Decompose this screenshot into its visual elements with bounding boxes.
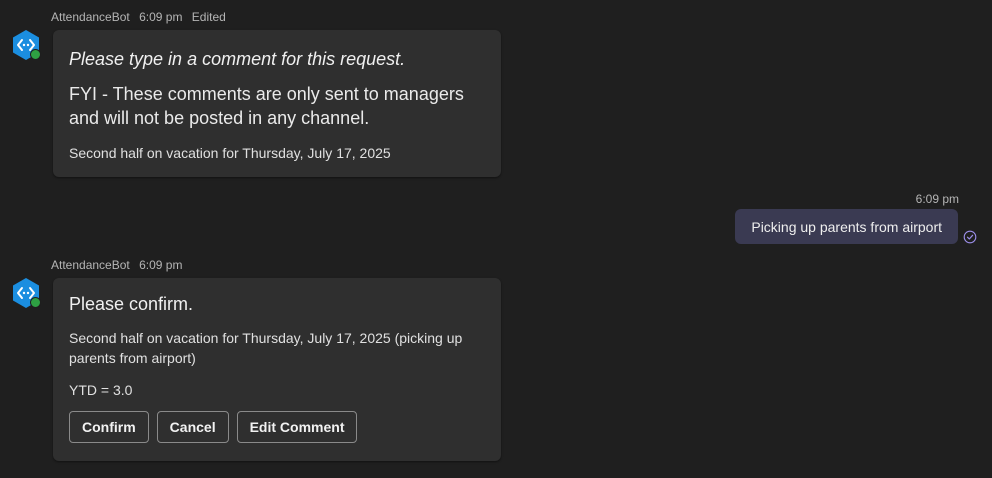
timestamp: 6:09 pm [139, 258, 183, 272]
outgoing-message-bubble[interactable]: Picking up parents from airport [735, 209, 958, 244]
edited-label: Edited [191, 10, 226, 24]
card-note: FYI - These comments are only sent to ma… [69, 84, 464, 128]
outgoing-timestamp: 6:09 pm [915, 192, 959, 206]
presence-available-icon [30, 49, 41, 60]
presence-available-icon [30, 297, 41, 308]
card-heading: Please type in a comment for this reques… [69, 49, 406, 69]
timestamp: 6:09 pm [139, 10, 183, 24]
read-receipt-check-icon [963, 230, 977, 244]
sender-name[interactable]: AttendanceBot [51, 10, 130, 24]
card-title: Please confirm. [69, 294, 194, 314]
sender-name[interactable]: AttendanceBot [51, 258, 130, 272]
message-2-header: AttendanceBot 6:09 pm [51, 258, 188, 272]
message-1-header: AttendanceBot 6:09 pm Edited [51, 10, 232, 24]
edit-comment-button[interactable]: Edit Comment [236, 411, 358, 443]
card-detail: Second half on vacation for Thursday, Ju… [69, 145, 391, 161]
bot-avatar[interactable] [10, 277, 42, 309]
card-detail: Second half on vacation for Thursday, Ju… [69, 330, 463, 366]
confirm-button[interactable]: Confirm [69, 411, 149, 443]
action-buttons: Confirm Cancel Edit Comment [69, 411, 485, 443]
comment-request-card: Please type in a comment for this reques… [53, 30, 501, 177]
bot-avatar[interactable] [10, 29, 42, 61]
confirm-request-card: Please confirm. Second half on vacation … [53, 278, 501, 461]
ytd-value: YTD = 3.0 [69, 382, 133, 398]
cancel-button[interactable]: Cancel [156, 411, 229, 443]
outgoing-message-text: Picking up parents from airport [751, 218, 942, 235]
